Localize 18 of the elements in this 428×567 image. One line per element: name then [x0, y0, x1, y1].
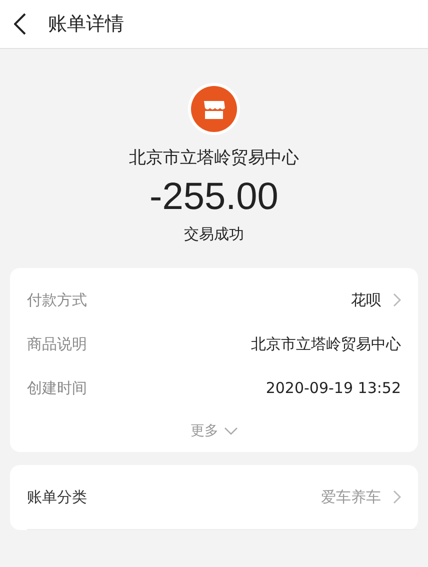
- category-value[interactable]: 爱车养车: [321, 488, 381, 506]
- store-icon: [187, 82, 241, 136]
- merchant-name: 北京市立塔岭贸易中心: [129, 147, 299, 169]
- transaction-status: 交易成功: [184, 225, 244, 244]
- amount: -255.00: [150, 175, 278, 219]
- more-button[interactable]: 更多: [179, 410, 249, 452]
- back-icon[interactable]: [14, 13, 26, 35]
- detail-value: 北京市立塔岭贸易中心: [251, 334, 401, 354]
- page-title: 账单详情: [48, 12, 124, 37]
- detail-label: 创建时间: [27, 378, 88, 398]
- chevron-down-icon: [224, 427, 238, 435]
- detail-value: 花呗: [351, 290, 381, 310]
- chevron-icon[interactable]: [393, 490, 401, 504]
- category-label: 账单分类: [27, 488, 88, 506]
- detail-value: 2020-09-19 13:52: [266, 379, 401, 397]
- detail-label: 付款方式: [27, 290, 88, 310]
- chevron-icon[interactable]: [393, 293, 401, 307]
- detail-label: 商品说明: [27, 334, 88, 354]
